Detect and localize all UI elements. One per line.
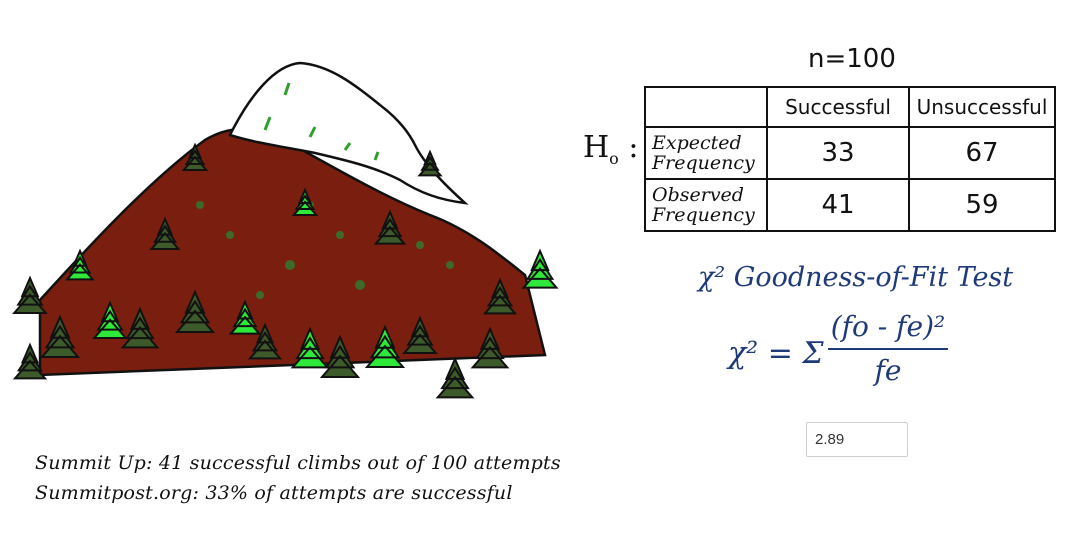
row-label-expected: Expected Frequency <box>644 126 768 180</box>
test-title: χ² Goodness-of-Fit Test <box>698 262 1014 293</box>
formula-lhs: χ² = Σ <box>728 336 824 371</box>
fraction-bar <box>828 348 948 350</box>
caption-summit-up: Summit Up: 41 successful climbs out of 1… <box>35 452 561 474</box>
table-row-observed: Observed Frequency 41 59 <box>644 178 1056 232</box>
frequency-table: Successful Unsuccessful Expected Frequen… <box>644 86 1056 232</box>
tree-icon <box>435 356 475 399</box>
column-header-successful: Successful <box>766 86 910 128</box>
observed-successful-value: 41 <box>766 178 910 232</box>
mountain-illustration <box>12 61 559 399</box>
formula-denominator: fe <box>874 354 902 387</box>
expected-successful-value: 33 <box>766 126 910 180</box>
observed-unsuccessful-value: 59 <box>908 178 1056 232</box>
null-hypothesis-label: Ho : <box>583 130 639 168</box>
column-header-unsuccessful: Unsuccessful <box>908 86 1056 128</box>
row-label-observed: Observed Frequency <box>644 178 768 232</box>
formula-fraction: (fo - fe)² fe <box>828 308 948 390</box>
table-row-expected: Expected Frequency 33 67 <box>644 126 1056 180</box>
formula-numerator: (fo - fe)² <box>830 310 946 343</box>
tree-icon <box>12 275 48 314</box>
table-header-row: Successful Unsuccessful <box>644 86 1056 128</box>
sample-size-label: n=100 <box>808 44 896 74</box>
expected-unsuccessful-value: 67 <box>908 126 1056 180</box>
caption-summitpost: Summitpost.org: 33% of attempts are succ… <box>35 482 513 504</box>
tree-icon <box>521 248 559 289</box>
chi-square-formula: χ² = Σ (fo - fe)² fe <box>728 308 968 403</box>
answer-input[interactable] <box>806 422 908 457</box>
table-corner-cell <box>644 86 768 128</box>
